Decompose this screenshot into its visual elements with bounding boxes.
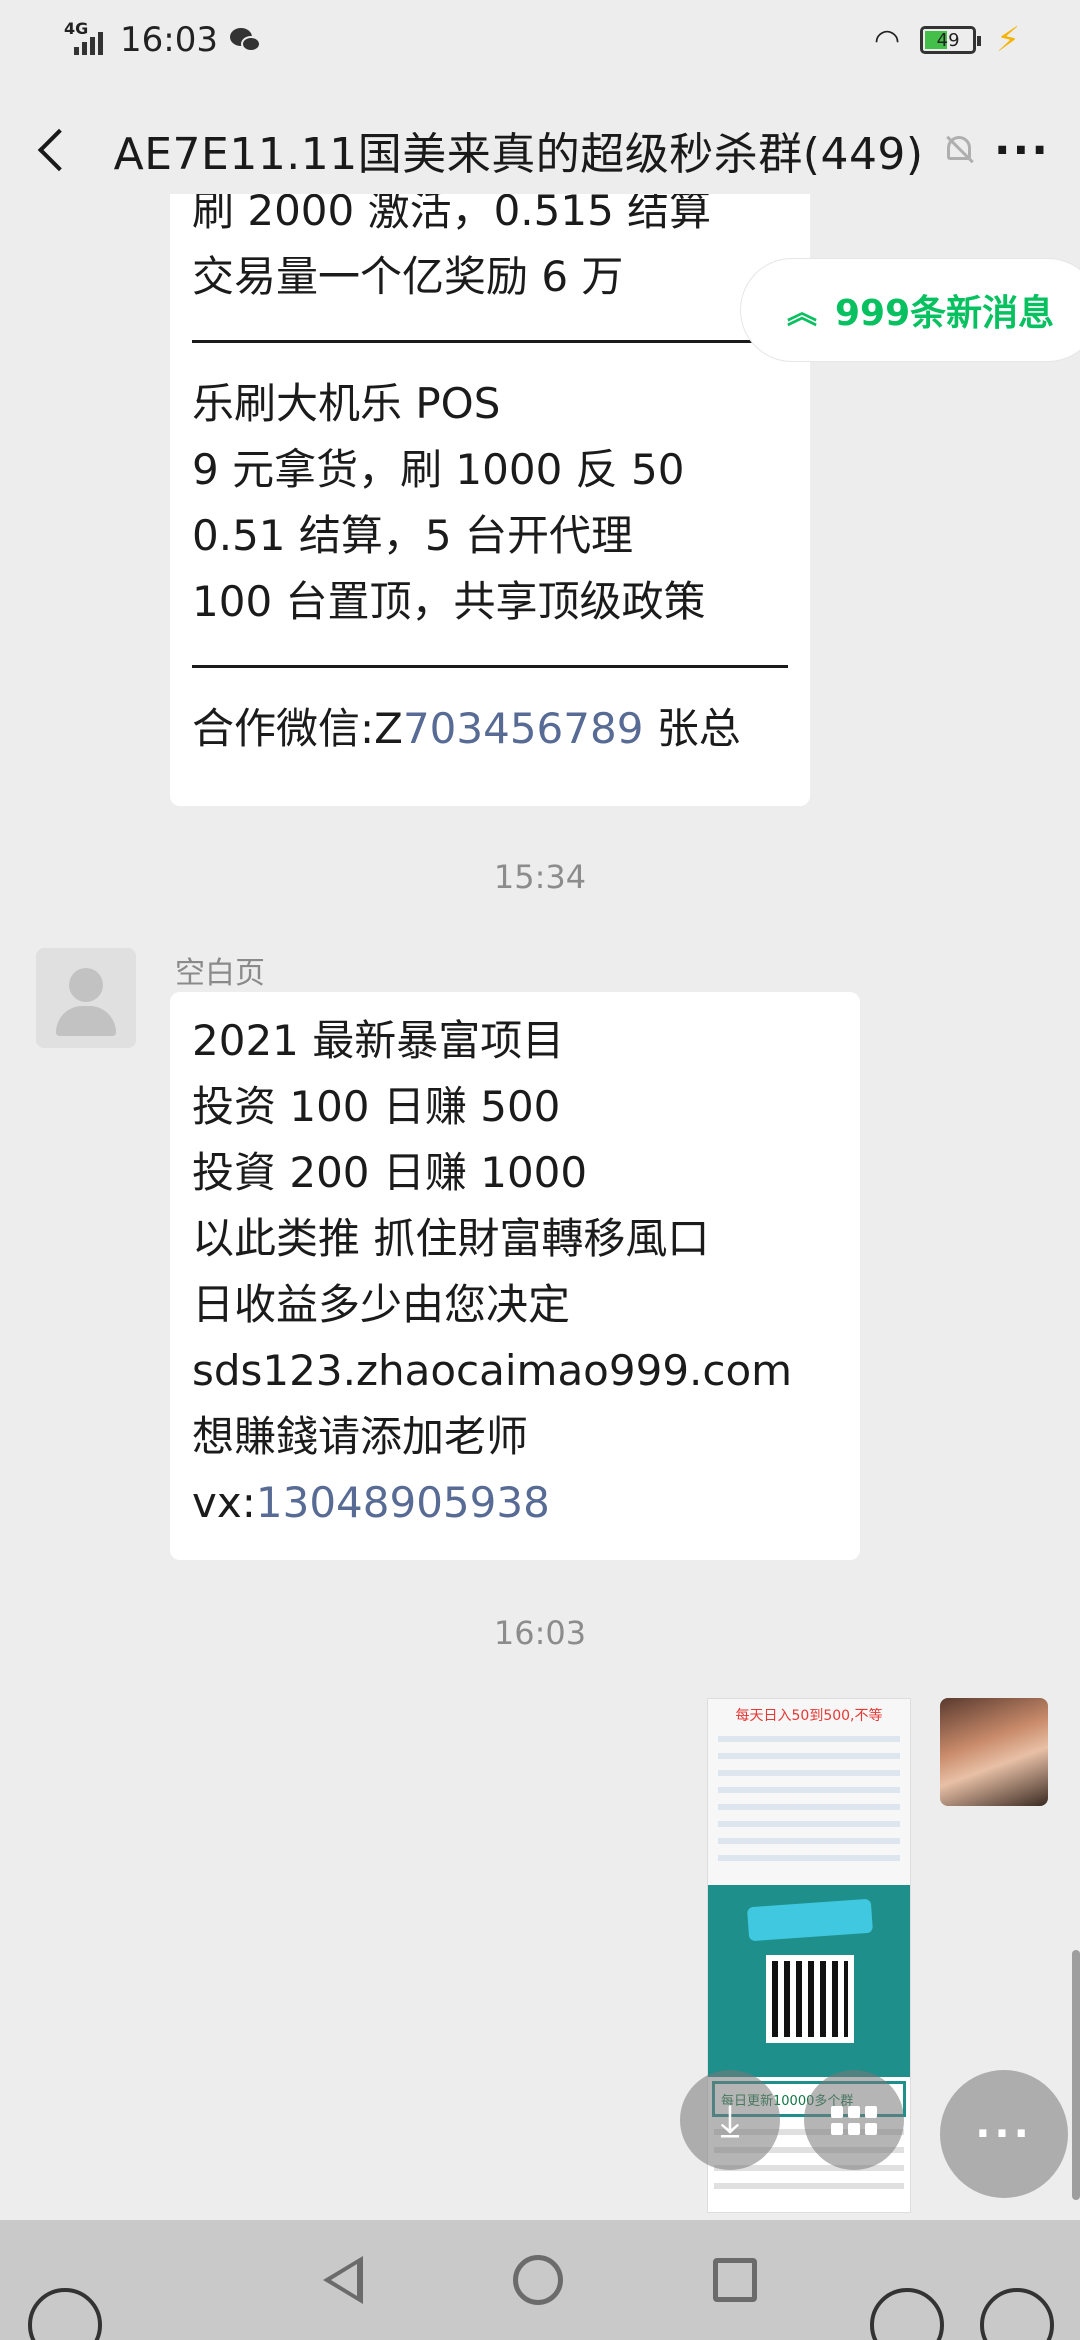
timestamp: 16:03 — [493, 1614, 587, 1652]
more-options-icon[interactable]: ··· — [994, 125, 1050, 176]
message-line: 以此类推 抓住財富轉移風口 — [192, 1214, 710, 1263]
charging-icon: ⚡ — [996, 20, 1020, 60]
message-line: 9 元拿货，刷 1000 反 50 — [192, 445, 685, 494]
add-icon[interactable] — [980, 2288, 1054, 2340]
contact-line: vx:13048905938 — [192, 1470, 838, 1536]
phone-link[interactable]: 13048905938 — [256, 1478, 550, 1527]
download-icon: ⤓ — [720, 2094, 740, 2146]
message-line: 日收益多少由您决定 — [192, 1280, 571, 1329]
grid-icon — [831, 2105, 877, 2135]
new-messages-button[interactable]: ︽ 999条新消息 — [740, 258, 1080, 362]
wechat-notification-icon — [229, 26, 262, 54]
download-button[interactable]: ⤓ — [680, 2070, 780, 2170]
chat-title: AE7E11.11国美来真的超级秒杀群(449) — [113, 129, 924, 180]
message-line: 交易量一个亿奖励 6 万 — [192, 252, 624, 301]
message-line: 想賺錢请添加老师 — [192, 1412, 529, 1461]
message-line: sds123.zhaocaimao999.com — [192, 1346, 793, 1395]
nav-back-icon[interactable] — [323, 2256, 363, 2304]
message-line: 投资 100 日赚 500 — [192, 1082, 561, 1131]
sender-avatar[interactable] — [36, 948, 136, 1048]
battery-icon: 49 — [920, 26, 982, 54]
message-line: 刷 2000 激活，0.515 结算 — [192, 194, 712, 235]
contact-prefix: vx: — [192, 1478, 256, 1527]
nav-recents-icon[interactable] — [713, 2258, 757, 2302]
qr-code-image — [766, 1955, 854, 2043]
contact-suffix: 张总 — [643, 704, 741, 753]
timestamp: 15:34 — [493, 858, 587, 896]
system-nav-bar — [0, 2220, 1080, 2340]
contact-line: 合作微信:Z703456789 张总 — [192, 696, 788, 762]
voice-input-icon[interactable] — [28, 2288, 102, 2340]
signal-icon: 4G — [64, 19, 108, 57]
scrollbar[interactable] — [1072, 1950, 1080, 2200]
sender-name: 空白页 — [175, 956, 265, 991]
chat-header: AE7E11.11国美来真的超级秒杀群(449) ··· — [0, 100, 1080, 200]
message-line: 0.51 结算，5 台开代理 — [192, 511, 633, 560]
new-messages-label: 999条新消息 — [835, 293, 1055, 334]
more-dots-icon: ··· — [975, 2111, 1033, 2157]
message-line: 2021 最新暴富项目 — [192, 1016, 565, 1065]
message-line: 投資 200 日赚 1000 — [192, 1148, 588, 1197]
wifi-icon: ◠ — [873, 22, 901, 58]
battery-level: 49 — [936, 29, 960, 51]
message-line: 100 台置顶，共享顶级政策 — [192, 577, 706, 626]
status-bar: 4G 16:03 ◠ 49 ⚡ — [0, 0, 1080, 80]
divider — [192, 665, 788, 668]
nav-home-icon[interactable] — [513, 2255, 563, 2305]
phone-link[interactable]: 703456789 — [403, 704, 644, 753]
contact-prefix: 合作微信:Z — [192, 704, 403, 753]
my-avatar[interactable] — [940, 1698, 1048, 1806]
more-button[interactable]: ··· — [940, 2070, 1068, 2198]
double-chevron-up-icon: ︽ — [787, 296, 817, 331]
divider — [192, 340, 788, 343]
mute-icon — [942, 133, 974, 167]
image-banner-text: 每天日入50到500,不等 — [735, 1708, 883, 1724]
message-bubble-2[interactable]: 2021 最新暴富项目 投资 100 日赚 500 投資 200 日赚 1000… — [170, 992, 860, 1560]
emoji-icon[interactable] — [870, 2288, 944, 2340]
back-icon[interactable] — [30, 127, 74, 173]
message-bubble-1[interactable]: 刷 2000 激活，0.515 结算 交易量一个亿奖励 6 万 乐刷大机乐 PO… — [170, 194, 810, 806]
clock: 16:03 — [120, 20, 218, 60]
message-line: 乐刷大机乐 POS — [192, 379, 501, 428]
grid-button[interactable] — [804, 2070, 904, 2170]
